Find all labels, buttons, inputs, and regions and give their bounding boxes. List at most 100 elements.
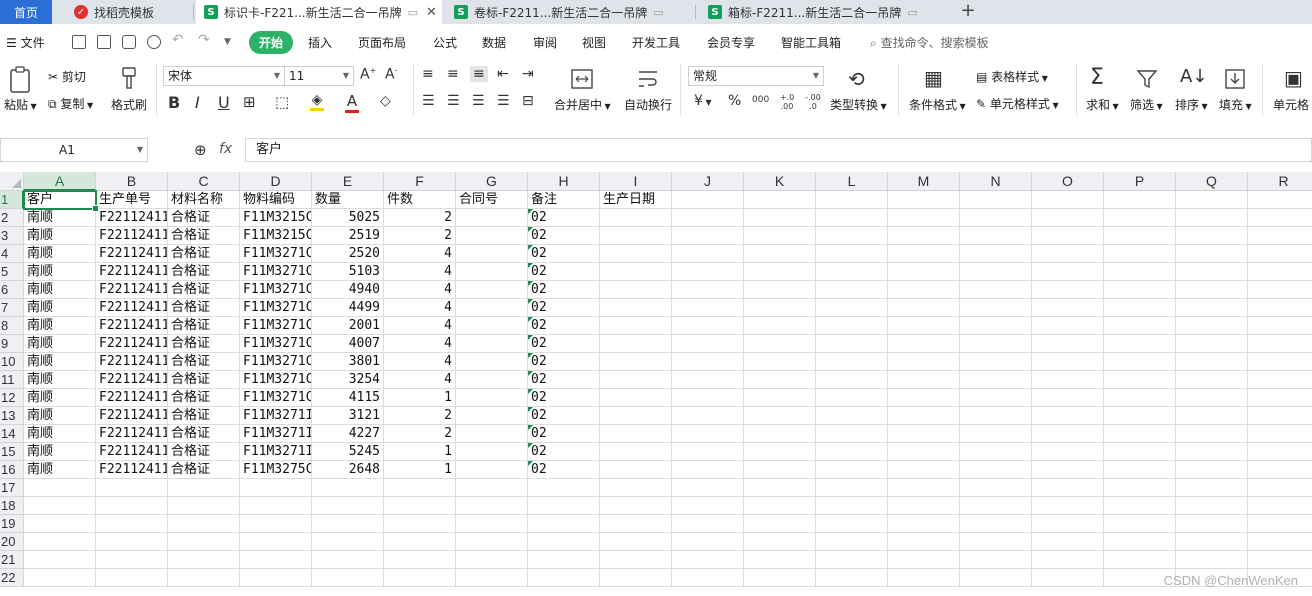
table-cell[interactable] xyxy=(24,479,96,497)
row-header[interactable]: 14 xyxy=(0,425,24,443)
table-cell[interactable] xyxy=(744,425,816,443)
table-cell[interactable]: F22112411 xyxy=(96,443,168,461)
font-color-icon[interactable]: A xyxy=(345,92,359,113)
table-cell[interactable] xyxy=(1032,569,1104,587)
table-cell[interactable] xyxy=(168,569,240,587)
table-cell[interactable]: F22112411 xyxy=(96,461,168,479)
table-cell[interactable]: 合格证 xyxy=(168,209,240,227)
table-cell[interactable] xyxy=(1032,335,1104,353)
table-cell[interactable]: F11M3271I xyxy=(240,425,312,443)
row-header[interactable]: 20 xyxy=(0,533,24,551)
align-bottom-icon[interactable]: ≡ xyxy=(470,66,488,82)
table-cell[interactable]: 合格证 xyxy=(168,407,240,425)
column-header[interactable]: P xyxy=(1104,172,1176,191)
table-cell[interactable] xyxy=(600,569,672,587)
menu-tab-start[interactable]: 开始 xyxy=(249,31,294,54)
table-cell[interactable] xyxy=(1248,317,1312,335)
table-cell[interactable] xyxy=(1176,515,1248,533)
table-cell[interactable] xyxy=(1104,551,1176,569)
filter-icon[interactable] xyxy=(1136,68,1158,90)
table-cell[interactable] xyxy=(1032,263,1104,281)
table-cell[interactable] xyxy=(528,569,600,587)
table-cell[interactable] xyxy=(744,497,816,515)
table-cell[interactable]: 4 xyxy=(384,299,456,317)
table-cell[interactable] xyxy=(456,569,528,587)
row-header[interactable]: 3 xyxy=(0,227,24,245)
table-cell[interactable]: 2648 xyxy=(312,461,384,479)
table-cell[interactable] xyxy=(744,335,816,353)
table-cell[interactable] xyxy=(1248,299,1312,317)
table-cell[interactable] xyxy=(384,569,456,587)
bold-button[interactable]: B xyxy=(168,93,180,112)
table-cell[interactable]: F11M3275C xyxy=(240,461,312,479)
thousands-separator-button[interactable]: 000 xyxy=(752,95,769,105)
table-cell[interactable]: 1 xyxy=(384,461,456,479)
table-cell[interactable] xyxy=(96,551,168,569)
table-cell[interactable]: F22112411 xyxy=(96,353,168,371)
menu-tab-developer[interactable]: 开发工具 xyxy=(632,34,680,51)
column-header[interactable]: I xyxy=(600,172,672,191)
table-cell[interactable]: 南顺 xyxy=(24,407,96,425)
table-cell[interactable]: 4 xyxy=(384,317,456,335)
table-cell[interactable] xyxy=(888,407,960,425)
table-cell[interactable] xyxy=(672,245,744,263)
column-header[interactable]: K xyxy=(744,172,816,191)
wrap-text-button[interactable]: 自动换行 xyxy=(624,96,672,113)
table-cell[interactable] xyxy=(600,299,672,317)
table-cell[interactable] xyxy=(1032,299,1104,317)
table-cell[interactable]: 3801 xyxy=(312,353,384,371)
table-cell[interactable] xyxy=(744,371,816,389)
table-cell[interactable]: 02 xyxy=(528,389,600,407)
row-header[interactable]: 1 xyxy=(0,191,24,209)
table-cell[interactable]: 南顺 xyxy=(24,299,96,317)
table-cell[interactable] xyxy=(816,245,888,263)
border-icon[interactable]: ⊞ xyxy=(243,93,256,111)
table-cell[interactable] xyxy=(960,299,1032,317)
table-cell[interactable]: F22112411 xyxy=(96,245,168,263)
wrap-text-icon[interactable] xyxy=(636,68,660,90)
save-icon[interactable] xyxy=(72,35,86,49)
table-cell[interactable] xyxy=(1104,353,1176,371)
table-cell[interactable] xyxy=(1248,497,1312,515)
table-cell[interactable] xyxy=(744,569,816,587)
table-cell[interactable] xyxy=(960,353,1032,371)
table-cell[interactable] xyxy=(1032,389,1104,407)
table-cell[interactable] xyxy=(1032,209,1104,227)
table-cell[interactable] xyxy=(456,317,528,335)
screen-cast-icon[interactable]: ▭ xyxy=(408,6,418,19)
table-cell[interactable] xyxy=(600,335,672,353)
table-cell[interactable] xyxy=(456,227,528,245)
table-cell[interactable] xyxy=(528,497,600,515)
table-cell[interactable] xyxy=(672,371,744,389)
table-cell[interactable]: 02 xyxy=(528,461,600,479)
fill-button[interactable]: 填充 ▼ xyxy=(1219,96,1252,113)
table-cell[interactable] xyxy=(240,479,312,497)
header-cell[interactable]: 生产单号 xyxy=(96,191,168,209)
table-cell[interactable]: 02 xyxy=(528,317,600,335)
table-cell[interactable] xyxy=(888,245,960,263)
table-cell[interactable] xyxy=(672,533,744,551)
table-cell[interactable] xyxy=(456,263,528,281)
table-cell[interactable] xyxy=(1248,515,1312,533)
table-cell[interactable]: F11M3271C xyxy=(240,299,312,317)
table-cell[interactable] xyxy=(600,227,672,245)
table-cell[interactable] xyxy=(960,479,1032,497)
table-cell[interactable]: 3254 xyxy=(312,371,384,389)
table-cell[interactable] xyxy=(24,569,96,587)
table-cell[interactable]: 4007 xyxy=(312,335,384,353)
table-cell[interactable] xyxy=(240,533,312,551)
table-cell[interactable] xyxy=(456,389,528,407)
table-cell[interactable] xyxy=(744,461,816,479)
table-cell[interactable]: F22112411 xyxy=(96,407,168,425)
table-cell[interactable] xyxy=(960,245,1032,263)
column-header[interactable]: B xyxy=(96,172,168,191)
column-header[interactable]: C xyxy=(168,172,240,191)
table-cell[interactable]: 合格证 xyxy=(168,245,240,263)
table-cell[interactable] xyxy=(528,479,600,497)
table-cell[interactable] xyxy=(744,281,816,299)
row-header[interactable]: 17 xyxy=(0,479,24,497)
screen-cast-icon[interactable]: ▭ xyxy=(907,6,917,19)
table-cell[interactable] xyxy=(168,497,240,515)
table-cell[interactable] xyxy=(888,533,960,551)
table-cell[interactable] xyxy=(744,263,816,281)
